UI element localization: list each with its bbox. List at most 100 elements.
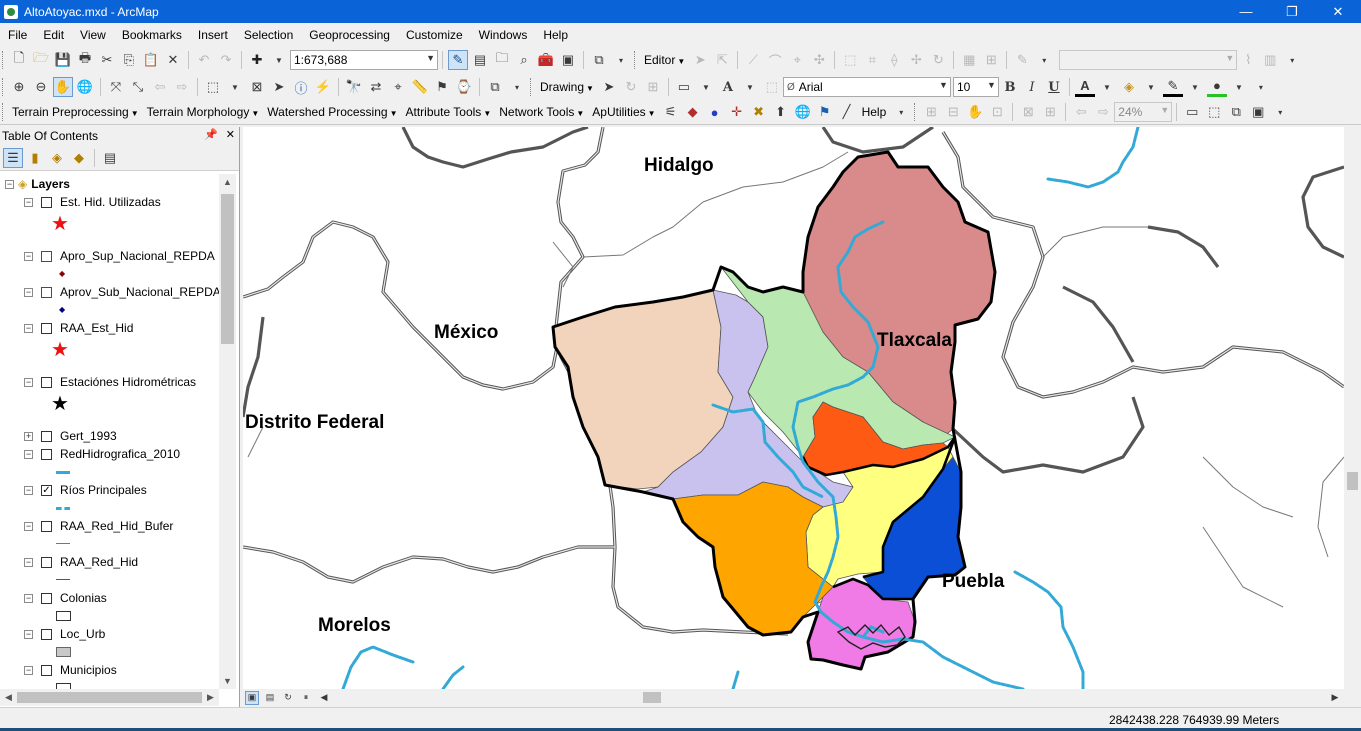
data-view-icon[interactable]: ▣ — [245, 690, 259, 705]
text-tool-dropdown-icon[interactable]: ▼ — [740, 77, 760, 97]
toc-layer-row[interactable]: − Estaciónes Hidrométricas — [24, 374, 196, 390]
layer-visibility-checkbox[interactable] — [41, 664, 52, 676]
clear-selection-icon[interactable]: ⊠ — [247, 77, 267, 97]
menu-insert[interactable]: Insert — [190, 23, 236, 47]
font-color-dropdown-icon[interactable]: ▼ — [1097, 77, 1117, 97]
select-elements-arrow-icon[interactable]: ➤ — [599, 77, 619, 97]
watershed-processing-menu[interactable]: Watershed Processing ▼ — [263, 105, 401, 119]
collapse-icon[interactable]: − — [24, 323, 33, 333]
toc-options-icon[interactable]: ▤ — [100, 148, 120, 168]
collapse-icon[interactable]: − — [24, 593, 33, 603]
toc-layer-row[interactable]: − Est. Hid. Utilizadas — [24, 194, 161, 210]
toc-horizontal-scrollbar[interactable]: ◀ ▶ — [0, 689, 219, 706]
time-slider-icon[interactable]: ⌚ — [454, 77, 474, 97]
layout-pan-icon[interactable]: ✋ — [965, 102, 985, 122]
collapse-icon[interactable]: − — [24, 557, 33, 567]
menu-edit[interactable]: Edit — [35, 23, 72, 47]
point-delineation-icon[interactable]: ◆ — [683, 102, 703, 122]
copy-icon[interactable]: ⎘ — [119, 50, 139, 70]
list-by-source-icon[interactable]: ▮ — [25, 148, 45, 168]
open-folder-icon[interactable]: 🗁 — [31, 50, 51, 70]
collapse-icon[interactable]: − — [24, 665, 33, 675]
batch-point-icon[interactable]: ● — [705, 102, 725, 122]
scroll-down-icon[interactable]: ▼ — [219, 673, 236, 689]
layout-zoom-in-icon[interactable]: ⊞ — [921, 102, 941, 122]
terrain-morphology-menu[interactable]: Terrain Morphology ▼ — [143, 105, 264, 119]
toolbar-grip[interactable] — [914, 103, 917, 121]
focus-data-frame-icon[interactable]: ⬚ — [1204, 102, 1224, 122]
model-builder-icon[interactable]: ⧉ — [589, 50, 609, 70]
menu-geoprocessing[interactable]: Geoprocessing — [301, 23, 398, 47]
scrollbar-thumb[interactable] — [17, 692, 202, 703]
marker-color-icon[interactable]: ● — [1206, 77, 1227, 97]
toolbar-options-icon[interactable]: ▾ — [1034, 50, 1054, 70]
bold-button[interactable]: B — [1000, 77, 1020, 97]
layer-visibility-checkbox[interactable] — [41, 430, 52, 442]
slope-icon[interactable]: ✛ — [727, 102, 747, 122]
layer-visibility-checkbox[interactable] — [41, 376, 52, 388]
close-icon[interactable]: ✕ — [226, 128, 235, 141]
toc-window-icon[interactable]: ▤ — [470, 50, 490, 70]
collapse-icon[interactable]: − — [5, 179, 14, 189]
toolbar-grip[interactable] — [634, 51, 637, 69]
menu-bookmarks[interactable]: Bookmarks — [114, 23, 190, 47]
layers-root-row[interactable]: − ◈ Layers — [5, 176, 70, 192]
pan-icon[interactable]: ✋ — [53, 77, 73, 97]
add-data-dropdown-icon[interactable]: ▼ — [269, 50, 289, 70]
toolbar-options-icon[interactable]: ▾ — [1270, 102, 1290, 122]
layout-zoom-combo[interactable]: 24% ▼ — [1114, 102, 1173, 122]
zoom-whole-page-icon[interactable]: ⊡ — [987, 102, 1007, 122]
fixed-zoom-in-icon[interactable]: ⤧ — [106, 77, 126, 97]
measure-icon[interactable]: 📏 — [410, 77, 430, 97]
flag-icon[interactable]: ⚑ — [815, 102, 835, 122]
collapse-icon[interactable]: − — [24, 629, 33, 639]
toolbar-options-icon[interactable]: ▾ — [1251, 77, 1271, 97]
maximize-button[interactable]: ❐ — [1269, 0, 1315, 23]
toc-layer-row[interactable]: − Municipios — [24, 662, 117, 678]
redo-icon[interactable]: ↷ — [216, 50, 236, 70]
font-name-combo[interactable]: Ø Arial ▼ — [782, 77, 951, 97]
toolbar-options-icon[interactable]: ▾ — [1282, 50, 1302, 70]
create-viewer-window-icon[interactable]: ⧉ — [485, 77, 505, 97]
new-document-icon[interactable]: 🗋 — [9, 50, 29, 70]
rotate-element-icon[interactable]: ↻ — [621, 77, 641, 97]
editor-menu[interactable]: Editor ▼ — [640, 53, 689, 67]
fill-color-dropdown-icon[interactable]: ▼ — [1141, 77, 1161, 97]
hyperlink-icon[interactable]: ⚑ — [432, 77, 452, 97]
marker-color-dropdown-icon[interactable]: ▼ — [1229, 77, 1249, 97]
scrollbar-thumb[interactable] — [643, 692, 661, 703]
toolbar-options-icon[interactable]: ▾ — [507, 77, 527, 97]
go-to-xy-icon[interactable]: ⌖ — [388, 77, 408, 97]
find-icon[interactable]: 🔭 — [344, 77, 364, 97]
cut-icon[interactable]: ✂ — [97, 50, 117, 70]
attribute-tools-menu[interactable]: Attribute Tools ▼ — [401, 105, 495, 119]
find-route-icon[interactable]: ⇄ — [366, 77, 386, 97]
pin-icon[interactable]: 📌 — [204, 128, 218, 141]
expand-icon[interactable]: + — [24, 431, 33, 441]
map-horizontal-scrollbar[interactable] — [333, 689, 1326, 706]
layer-visibility-checkbox[interactable] — [41, 556, 52, 568]
delete-icon[interactable]: ✕ — [163, 50, 183, 70]
font-size-combo[interactable]: 10 ▼ — [952, 77, 999, 97]
edit-vertices-icon[interactable]: ⬚ — [762, 77, 782, 97]
zoom-to-selected-elements-icon[interactable]: ⊞ — [643, 77, 663, 97]
map-vertical-scrollbar[interactable] — [1344, 127, 1361, 689]
italic-button[interactable]: I — [1022, 77, 1042, 97]
search-window-icon[interactable]: ⌕ — [514, 50, 534, 70]
collapse-icon[interactable]: − — [24, 197, 33, 207]
editor-toolbar-icon[interactable]: ✎ — [448, 50, 468, 70]
zoom-100-icon[interactable]: ⊠ — [1018, 102, 1038, 122]
menu-file[interactable]: File — [0, 23, 35, 47]
toolbar-grip[interactable] — [2, 78, 5, 96]
scroll-right-icon[interactable]: ▶ — [1328, 691, 1342, 705]
toc-layer-row[interactable]: − Colonias — [24, 590, 107, 606]
aputilities-menu[interactable]: ApUtilities ▼ — [588, 105, 659, 119]
scrollbar-thumb[interactable] — [1347, 472, 1358, 490]
layer-visibility-checkbox[interactable] — [41, 196, 52, 208]
toc-layer-row[interactable]: − Aprov_Sub_Nacional_REPDA — [24, 284, 219, 300]
toc-layer-row[interactable]: − ✓ Ríos Principales — [24, 482, 147, 498]
scroll-right-icon[interactable]: ▶ — [202, 689, 219, 706]
sketch-flow-path-icon[interactable]: ⬆ — [771, 102, 791, 122]
layer-visibility-checkbox[interactable] — [41, 628, 52, 640]
flow-path-tracing-icon[interactable]: ⚟ — [661, 102, 681, 122]
